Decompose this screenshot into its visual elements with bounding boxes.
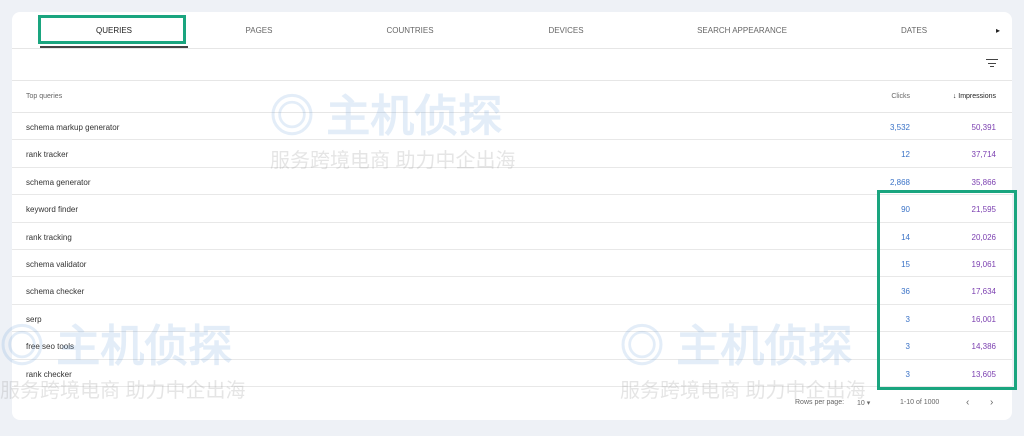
impressions-value: 50,391 bbox=[971, 123, 996, 132]
rows-per-page-select[interactable]: 10 ▾ bbox=[857, 399, 870, 407]
table-row[interactable]: schema markup generator 3,532 50,391 bbox=[12, 113, 1012, 141]
table-row[interactable]: rank tracker 12 37,714 bbox=[12, 140, 1012, 168]
rows-per-page-label: Rows per page: bbox=[795, 399, 845, 406]
table-row[interactable]: schema checker 36 17,634 bbox=[12, 277, 1012, 305]
table-row[interactable]: schema validator 15 19,061 bbox=[12, 250, 1012, 278]
header-top-queries: Top queries bbox=[26, 93, 63, 100]
query-text: rank checker bbox=[26, 369, 72, 379]
table-row[interactable]: keyword finder 90 21,595 bbox=[12, 195, 1012, 223]
table-row[interactable]: schema generator 2,868 35,866 bbox=[12, 168, 1012, 196]
highlight-box-queries bbox=[38, 15, 186, 44]
clicks-value: 12 bbox=[901, 150, 910, 160]
table-row[interactable]: free seo tools 3 14,386 bbox=[12, 332, 1012, 360]
header-impressions[interactable]: ↓ Impressions bbox=[953, 93, 996, 100]
tab-scroll-right-icon[interactable]: ▸ bbox=[992, 26, 1004, 35]
tab-dates[interactable]: DATES bbox=[874, 26, 954, 35]
filter-row bbox=[12, 49, 1012, 81]
query-text: serp bbox=[26, 314, 42, 324]
highlight-box-metrics bbox=[877, 190, 1017, 390]
page-range: 1-10 of 1000 bbox=[900, 399, 940, 406]
impressions-value: 37,714 bbox=[971, 150, 996, 160]
table-body: schema markup generator 3,532 50,391 rank… bbox=[12, 113, 1012, 387]
header-clicks[interactable]: Clicks bbox=[891, 93, 910, 100]
query-text: free seo tools bbox=[26, 342, 75, 352]
query-text: rank tracker bbox=[26, 150, 69, 160]
tab-search-appearance[interactable]: SEARCH APPEARANCE bbox=[682, 26, 802, 35]
active-tab-indicator bbox=[40, 46, 188, 48]
tab-pages[interactable]: PAGES bbox=[219, 26, 299, 35]
query-text: schema validator bbox=[26, 259, 87, 269]
table-row[interactable]: serp 3 16,001 bbox=[12, 305, 1012, 333]
pagination: Rows per page: 10 ▾ 1-10 of 1000 ‹ › bbox=[12, 390, 1012, 420]
table-header: Top queries Clicks ↓ Impressions bbox=[12, 81, 1012, 113]
query-text: keyword finder bbox=[26, 205, 79, 215]
impressions-value: 35,866 bbox=[971, 177, 996, 187]
query-text: schema markup generator bbox=[26, 123, 120, 132]
query-text: schema generator bbox=[26, 177, 91, 187]
table-row[interactable]: rank checker 3 13,605 bbox=[12, 360, 1012, 387]
filter-icon[interactable] bbox=[986, 59, 998, 70]
next-page-button[interactable]: › bbox=[990, 397, 993, 408]
tab-devices[interactable]: DEVICES bbox=[526, 26, 606, 35]
table-row[interactable]: rank tracking 14 20,026 bbox=[12, 223, 1012, 250]
prev-page-button[interactable]: ‹ bbox=[966, 397, 969, 408]
clicks-value: 3,532 bbox=[889, 123, 910, 132]
tab-countries[interactable]: COUNTRIES bbox=[370, 26, 450, 35]
performance-card: QUERIES PAGES COUNTRIES DEVICES SEARCH A… bbox=[12, 12, 1012, 420]
query-text: schema checker bbox=[26, 287, 85, 297]
clicks-value: 2,868 bbox=[889, 177, 910, 187]
query-text: rank tracking bbox=[26, 232, 72, 242]
